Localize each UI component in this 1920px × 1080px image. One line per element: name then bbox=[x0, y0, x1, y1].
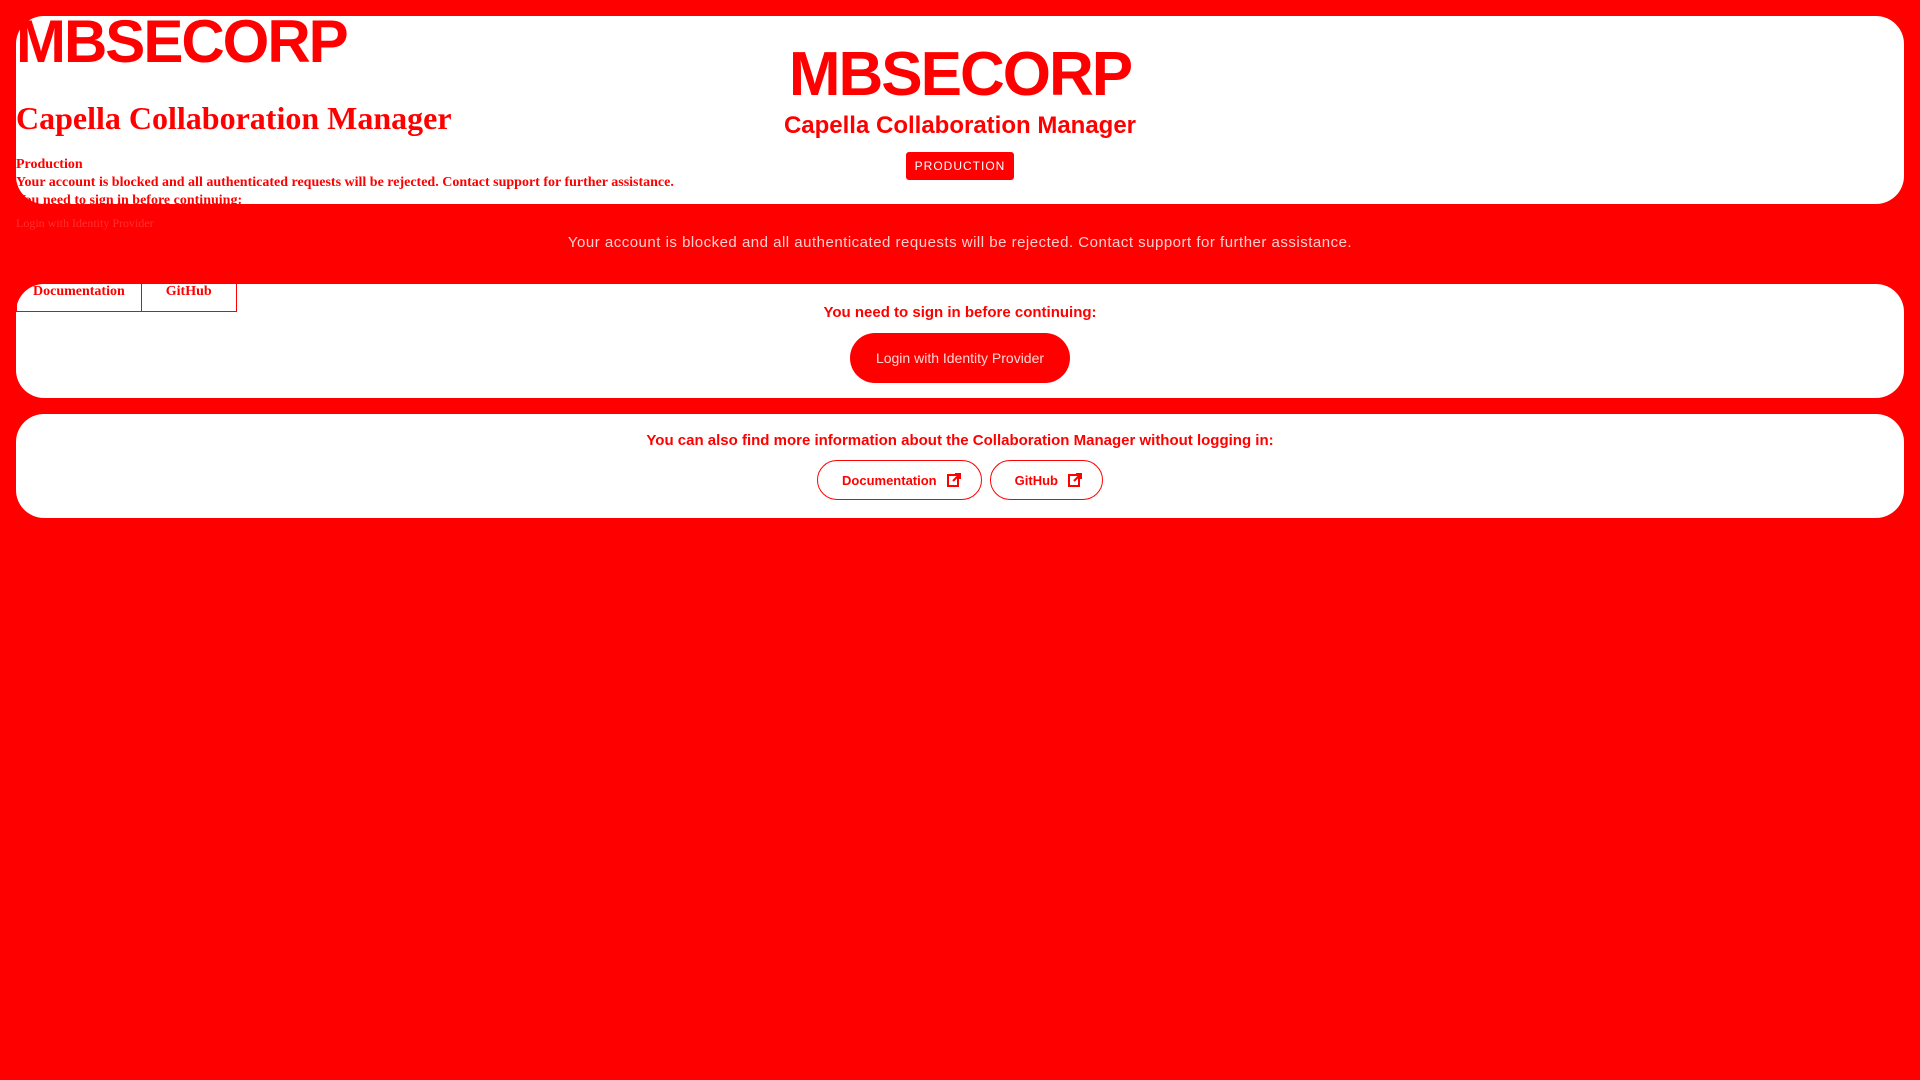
login-button[interactable]: Login with Identity Provider bbox=[849, 333, 1071, 383]
account-blocked-message: Your account is blocked and all authenti… bbox=[567, 234, 1353, 251]
environment-badge: PRODUCTION bbox=[905, 152, 1015, 180]
external-link-icon bbox=[946, 473, 961, 487]
login-card: You need to sign in before continuing: L… bbox=[16, 284, 1904, 398]
raw-sign-in-message: You need to sign in before continuing: bbox=[16, 193, 243, 208]
external-link-icon bbox=[1067, 473, 1082, 487]
raw-documentation-link[interactable]: Documentation bbox=[16, 274, 142, 312]
sign-in-heading: You need to sign in before continuing: bbox=[823, 304, 1097, 321]
raw-links: Documentation GitHub bbox=[16, 274, 237, 312]
documentation-link-label: Documentation bbox=[842, 472, 937, 488]
github-link-label: GitHub bbox=[1014, 472, 1058, 488]
raw-environment: Production bbox=[16, 157, 83, 172]
info-links: Documentation GitHub bbox=[16, 460, 1904, 500]
raw-title: Capella Collaboration Manager bbox=[16, 100, 452, 136]
raw-logo: MBSECORP bbox=[16, 8, 349, 75]
documentation-link[interactable]: Documentation bbox=[817, 460, 982, 500]
raw-login-button[interactable]: Login with Identity Provider bbox=[16, 216, 674, 230]
github-link[interactable]: GitHub bbox=[989, 460, 1103, 500]
raw-blocked-message: Your account is blocked and all authenti… bbox=[16, 175, 674, 190]
raw-github-link[interactable]: GitHub bbox=[141, 274, 237, 312]
info-heading: You can also find more information about… bbox=[646, 432, 1274, 449]
info-card: You can also find more information about… bbox=[16, 414, 1904, 518]
unstyled-fallback: MBSECORP Capella Collaboration Manager P… bbox=[16, 8, 674, 312]
